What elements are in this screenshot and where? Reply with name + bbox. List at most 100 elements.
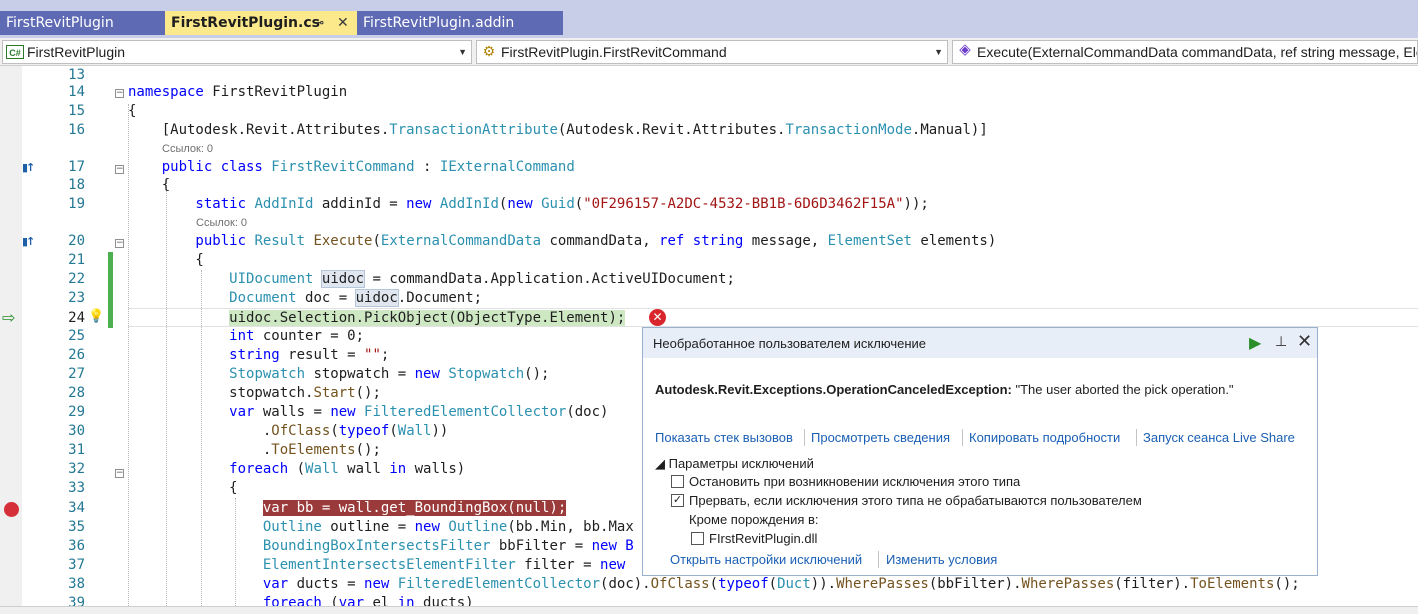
navigation-bar: C# FirstRevitPlugin ▼ ⚙ FirstRevitPlugin… <box>0 38 1418 66</box>
line-number: 20 <box>68 233 85 249</box>
code-line: { <box>128 252 204 268</box>
line-number: 22 <box>68 271 85 287</box>
code-lens-references[interactable]: Ссылок: 0 <box>196 216 247 230</box>
show-call-stack-link[interactable]: Показать стек вызовов <box>655 430 793 445</box>
tab-label: FirstRevitPlugin <box>6 15 114 31</box>
code-line: { <box>128 103 137 119</box>
tab-label: FirstRevitPlugin.addin <box>363 15 515 31</box>
breakpoint-icon[interactable] <box>4 502 19 517</box>
lightbulb-icon[interactable]: 💡 <box>88 309 104 324</box>
exception-title: Необработанное пользователем исключение <box>653 336 926 351</box>
copy-details-link[interactable]: Копировать подробности <box>969 430 1120 445</box>
line-number: 32 <box>68 461 85 477</box>
break-when-thrown-label[interactable]: Остановить при возникновении исключения … <box>689 474 1020 489</box>
class-dropdown-value: FirstRevitPlugin.FirstRevitCommand <box>501 44 727 60</box>
line-number: 17 <box>68 159 85 175</box>
module-exception-checkbox[interactable] <box>691 532 704 545</box>
close-icon[interactable]: ✕ <box>337 11 349 35</box>
except-when-thrown-from-label: Кроме порождения в: <box>689 512 819 527</box>
code-line: { <box>128 480 238 496</box>
module-name-label[interactable]: FIrstRevitPlugin.dll <box>709 531 817 546</box>
collapse-toggle[interactable]: − <box>115 469 124 478</box>
break-when-thrown-checkbox[interactable] <box>671 475 684 488</box>
pin-icon[interactable]: ⊥ <box>1275 333 1287 350</box>
line-number: 39 <box>68 595 85 606</box>
exception-type: Autodesk.Revit.Exceptions.OperationCance… <box>655 382 1012 397</box>
exception-helper-popup: Необработанное пользователем исключение … <box>642 327 1318 576</box>
collapse-toggle[interactable]: − <box>115 165 124 174</box>
line-number: 21 <box>68 252 85 268</box>
link-separator <box>804 429 805 446</box>
close-icon[interactable]: ✕ <box>1297 331 1312 352</box>
document-tab-bar: FirstRevitPlugin FirstRevitPlugin.cs ⊸ ✕… <box>0 0 1418 38</box>
line-number: 16 <box>68 122 85 138</box>
edit-conditions-link[interactable]: Изменить условия <box>886 552 997 567</box>
code-line: { <box>128 177 171 193</box>
line-number: 15 <box>68 103 85 119</box>
error-icon[interactable]: ✕ <box>649 309 666 326</box>
member-dropdown-value: Execute(ExternalCommandData commandData,… <box>977 44 1417 60</box>
start-live-share-link[interactable]: Запуск сеанса Live Share <box>1143 430 1295 445</box>
line-number: 28 <box>68 385 85 401</box>
code-line: stopwatch.Start(); <box>128 385 381 401</box>
method-icon: ◈ <box>959 41 971 58</box>
line-number: 31 <box>68 442 85 458</box>
code-line: ElementIntersectsElementFilter filter = … <box>262 557 626 573</box>
code-lens-references[interactable]: Ссылок: 0 <box>162 142 213 156</box>
indicator-margin[interactable] <box>0 66 22 606</box>
continue-icon[interactable]: ▶ <box>1249 333 1261 353</box>
line-number: 30 <box>68 423 85 439</box>
collapse-toggle[interactable]: − <box>115 89 124 98</box>
member-dropdown[interactable]: ◈ Execute(ExternalCommandData commandDat… <box>952 40 1418 64</box>
link-separator <box>962 429 963 446</box>
code-line: Stopwatch stopwatch = new Stopwatch(); <box>229 366 550 382</box>
chevron-down-icon: ▼ <box>934 47 943 57</box>
break-when-unhandled-checkbox[interactable]: ✓ <box>671 494 684 507</box>
tab-firstrevitplugin-project[interactable]: FirstRevitPlugin <box>0 11 165 35</box>
line-number: 27 <box>68 366 85 382</box>
code-line: var walls = new FilteredElementCollector… <box>229 404 609 420</box>
code-line: string result = ""; <box>229 347 390 363</box>
code-line: UIDocument uidoc = commandData.Applicati… <box>229 270 735 288</box>
pin-icon[interactable]: ⊸ <box>315 11 324 35</box>
exception-settings-header[interactable]: ◢ Параметры исключений <box>655 456 814 472</box>
exception-message: "The user aborted the pick operation." <box>1011 382 1234 397</box>
implementation-ref-icon[interactable]: ▮↑ <box>22 161 35 174</box>
chevron-down-icon: ▼ <box>458 47 467 57</box>
line-number: 23 <box>68 290 85 306</box>
code-line: int counter = 0; <box>229 328 365 344</box>
class-dropdown[interactable]: ⚙ FirstRevitPlugin.FirstRevitCommand ▼ <box>476 40 948 64</box>
tab-label: FirstRevitPlugin.cs <box>171 15 320 31</box>
line-number: 24 <box>68 310 85 326</box>
break-when-unhandled-label[interactable]: Прервать, если исключения этого типа не … <box>689 493 1142 508</box>
collapse-toggle[interactable]: − <box>115 239 124 248</box>
line-number: 26 <box>68 347 85 363</box>
breakpoint-line: var bb = wall.get_BoundingBox(null); <box>262 500 567 516</box>
line-number: 36 <box>68 538 85 554</box>
exception-description: Autodesk.Revit.Exceptions.OperationCance… <box>655 382 1234 397</box>
implementation-ref-icon[interactable]: ▮↑ <box>22 235 35 248</box>
view-details-link[interactable]: Просмотреть сведения <box>811 430 950 445</box>
line-number: 19 <box>68 196 85 212</box>
line-number: 18 <box>68 177 85 193</box>
editor-status-strip <box>0 606 1418 614</box>
code-editor[interactable]: ▮↑ ▮↑ ⇨ 💡 − − − − 13 14 15 16 17 18 19 2… <box>0 66 1418 606</box>
code-line: Document doc = uidoc.Document; <box>229 289 483 307</box>
current-statement-line: uidoc.Selection.PickObject(ObjectType.El… <box>229 310 626 326</box>
exception-header: Необработанное пользователем исключение … <box>643 328 1317 358</box>
link-separator <box>878 551 879 568</box>
project-dropdown[interactable]: C# FirstRevitPlugin ▼ <box>2 40 472 64</box>
line-number: 14 <box>68 84 85 100</box>
execution-pointer-icon[interactable]: ⇨ <box>2 310 15 326</box>
project-dropdown-value: FirstRevitPlugin <box>27 44 126 60</box>
class-icon: ⚙ <box>482 43 496 59</box>
line-number: 37 <box>68 557 85 573</box>
code-line: public Result Execute(ExternalCommandDat… <box>128 233 997 249</box>
open-exception-settings-link[interactable]: Открыть настройки исключений <box>670 552 862 567</box>
code-line: [Autodesk.Revit.Attributes.TransactionAt… <box>128 122 988 138</box>
code-line: var ducts = new FilteredElementCollector… <box>262 576 1300 592</box>
line-number: 38 <box>68 576 85 592</box>
tab-firstrevitplugin-addin[interactable]: FirstRevitPlugin.addin <box>357 11 563 35</box>
tab-firstrevitplugin-cs[interactable]: FirstRevitPlugin.cs ⊸ ✕ <box>165 11 357 35</box>
line-number: 35 <box>68 519 85 535</box>
